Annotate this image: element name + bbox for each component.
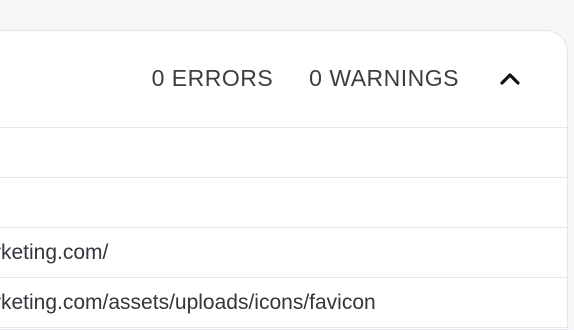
list-item[interactable]: [0, 178, 567, 228]
validation-panel: 0 ERRORS 0 WARNINGS rketing.com/ rketing…: [0, 30, 568, 330]
chevron-up-icon: [500, 73, 520, 85]
list-item[interactable]: rketing.com/: [0, 228, 567, 278]
warnings-count: 0 WARNINGS: [309, 65, 459, 91]
issue-counts: 0 ERRORS 0 WARNINGS: [152, 65, 459, 92]
list-item[interactable]: rketing.com/assets/uploads/icons/favicon: [0, 278, 567, 328]
list-item[interactable]: [0, 128, 567, 178]
list-item-url: rketing.com/assets/uploads/icons/favicon: [0, 290, 376, 314]
list-item-url: rketing.com/: [0, 240, 109, 264]
errors-count: 0 ERRORS: [151, 65, 274, 91]
collapse-button[interactable]: [493, 63, 527, 93]
panel-header: 0 ERRORS 0 WARNINGS: [0, 31, 567, 128]
